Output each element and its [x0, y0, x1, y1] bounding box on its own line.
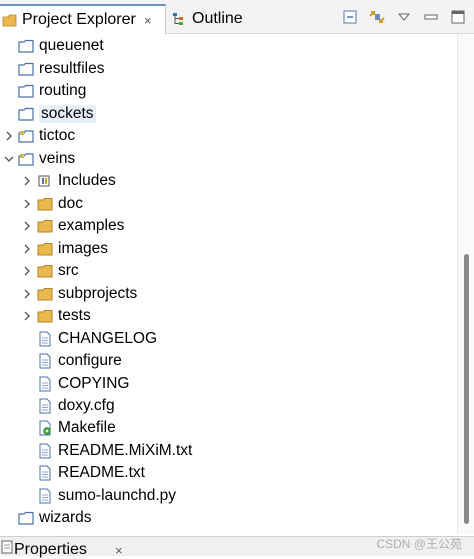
- svg-text:C: C: [20, 130, 23, 135]
- project-folder-open-icon: C: [18, 153, 34, 166]
- tree-item-label: configure: [58, 352, 122, 369]
- tree-item-sumo-launchd[interactable]: sumo-launchd.py: [37, 485, 176, 507]
- properties-panel-tab[interactable]: Properties × CSDN @王公苑: [0, 536, 474, 558]
- tree-item-label: sumo-launchd.py: [58, 487, 177, 504]
- tree-item-src[interactable]: src: [37, 260, 79, 282]
- tree-item-tests[interactable]: tests: [37, 305, 91, 327]
- tree-item-wizards[interactable]: wizards: [18, 507, 92, 529]
- view-tab-bar: Project Explorer × Outline: [0, 0, 474, 34]
- minimize-icon[interactable]: [420, 6, 442, 28]
- tree-item-label: queuenet: [39, 37, 104, 54]
- expand-chevron-icon[interactable]: [20, 193, 34, 215]
- expand-chevron-icon[interactable]: [20, 260, 34, 282]
- tree-item-label: sockets: [39, 105, 96, 123]
- expand-chevron-icon[interactable]: [20, 238, 34, 260]
- tree-item-label: COPYING: [58, 375, 130, 392]
- tree-item-sockets[interactable]: sockets: [18, 103, 96, 125]
- folder-icon: [18, 84, 34, 98]
- collapse-all-icon[interactable]: [339, 6, 361, 28]
- tree-item-label: src: [58, 262, 79, 279]
- tree-item-veins[interactable]: C veins: [18, 148, 75, 170]
- folder-icon: [18, 39, 34, 53]
- scrollbar-thumb[interactable]: [464, 254, 469, 524]
- expand-chevron-icon[interactable]: [2, 125, 16, 147]
- outline-icon: [173, 13, 183, 25]
- tree-item-label: images: [58, 240, 108, 257]
- folder-icon: [37, 288, 53, 301]
- tab-outline-label: Outline: [192, 10, 243, 27]
- tree-item-readme[interactable]: README.txt: [37, 462, 145, 484]
- tree-item-makefile[interactable]: Makefile: [37, 417, 116, 439]
- tree-item-readme-mixim[interactable]: README.MiXiM.txt: [37, 440, 192, 462]
- tree-item-label: routing: [39, 82, 87, 99]
- tree-item-label: CHANGELOG: [58, 330, 158, 347]
- tree-item-images[interactable]: images: [37, 238, 108, 260]
- tree-item-includes[interactable]: Includes: [37, 170, 116, 192]
- tree-item-examples[interactable]: examples: [37, 215, 124, 237]
- tab-project-explorer[interactable]: Project Explorer ×: [0, 4, 166, 34]
- tree-item-label: veins: [39, 150, 76, 167]
- includes-icon: [38, 175, 50, 187]
- tree-item-label: examples: [58, 217, 125, 234]
- file-icon: [39, 353, 51, 369]
- tree-item-label: tests: [58, 307, 91, 324]
- close-icon[interactable]: ×: [144, 13, 152, 28]
- folder-icon: [18, 107, 34, 121]
- folder-icon: [37, 265, 53, 278]
- view-menu-icon[interactable]: [393, 6, 415, 28]
- tree-item-configure[interactable]: configure: [37, 350, 122, 372]
- tree-item-label: tictoc: [39, 127, 76, 144]
- vertical-scrollbar[interactable]: [457, 34, 474, 534]
- tab-properties-label: Properties: [14, 541, 87, 558]
- file-icon: [39, 443, 51, 459]
- folder-icon: [37, 310, 53, 323]
- file-icon: [39, 331, 51, 347]
- expand-chevron-icon[interactable]: [20, 283, 34, 305]
- tree-item-resultfiles[interactable]: resultfiles: [18, 58, 104, 80]
- link-with-editor-icon[interactable]: [366, 6, 388, 28]
- folder-icon: [18, 62, 34, 76]
- tree-item-label: wizards: [39, 509, 92, 526]
- tree-item-label: README.MiXiM.txt: [58, 442, 193, 459]
- maximize-icon[interactable]: [447, 6, 469, 28]
- folder-icon: [18, 511, 34, 525]
- folder-icon: [37, 220, 53, 233]
- makefile-icon: [39, 420, 51, 436]
- file-icon: [39, 376, 51, 392]
- tree-item-label: doc: [58, 195, 83, 212]
- tree-item-changelog[interactable]: CHANGELOG: [37, 328, 157, 350]
- project-explorer-icon: [2, 14, 17, 27]
- tree-item-doxy-cfg[interactable]: doxy.cfg: [37, 395, 115, 417]
- file-icon: [39, 398, 51, 414]
- view-toolbar: [339, 6, 474, 28]
- collapse-chevron-icon[interactable]: [2, 148, 16, 170]
- expand-chevron-icon[interactable]: [20, 305, 34, 327]
- file-icon: [39, 465, 51, 481]
- watermark: CSDN @王公苑: [376, 537, 462, 551]
- tree-item-subprojects[interactable]: subprojects: [37, 283, 137, 305]
- tree-item-label: Includes: [58, 172, 116, 189]
- tree-item-label: subprojects: [58, 285, 138, 302]
- tab-outline[interactable]: Outline: [172, 4, 252, 34]
- tree-item-routing[interactable]: routing: [18, 80, 86, 102]
- tree-item-queuenet[interactable]: queuenet: [18, 35, 104, 57]
- project-tree: queuenet resultfiles routing sockets C t…: [0, 34, 457, 534]
- file-icon: [39, 488, 51, 504]
- folder-icon: [37, 243, 53, 256]
- tree-item-label: doxy.cfg: [58, 397, 115, 414]
- folder-icon: [37, 198, 53, 211]
- properties-icon: [1, 540, 13, 554]
- tree-item-label: Makefile: [58, 419, 116, 436]
- tree-item-label: resultfiles: [39, 60, 105, 77]
- tab-project-explorer-label: Project Explorer: [22, 11, 136, 28]
- tree-item-copying[interactable]: COPYING: [37, 373, 129, 395]
- tree-item-doc[interactable]: doc: [37, 193, 83, 215]
- expand-chevron-icon[interactable]: [20, 215, 34, 237]
- project-folder-icon: C: [18, 130, 34, 143]
- svg-text:C: C: [20, 153, 23, 158]
- tree-item-label: README.txt: [58, 464, 145, 481]
- expand-chevron-icon[interactable]: [20, 170, 34, 192]
- tree-item-tictoc[interactable]: C tictoc: [18, 125, 75, 147]
